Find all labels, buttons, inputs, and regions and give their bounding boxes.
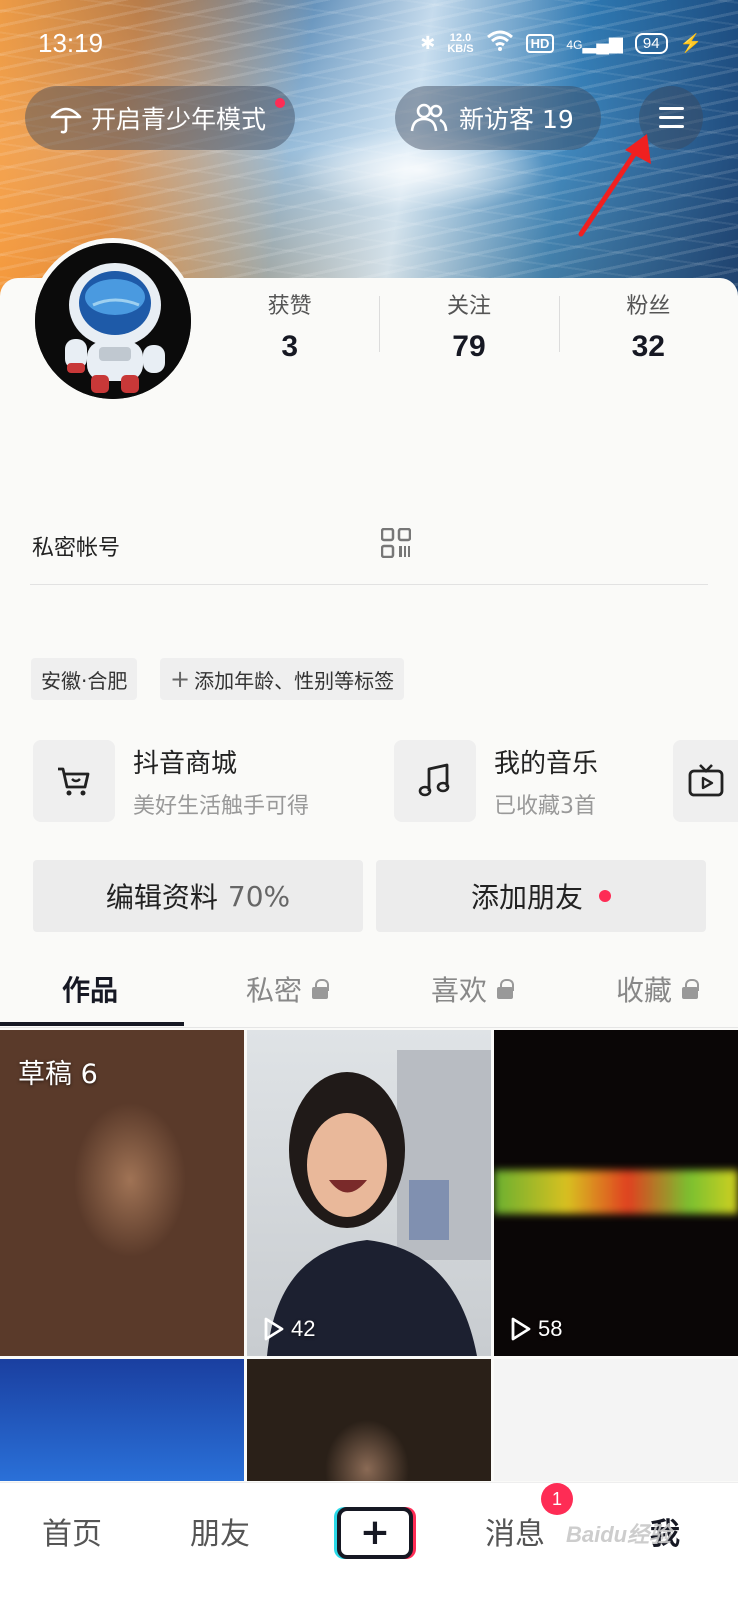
nav-messages[interactable]: 消息	[485, 1509, 545, 1553]
stat-label: 粉丝	[626, 294, 671, 319]
divider	[30, 584, 708, 585]
cart-icon	[33, 740, 115, 822]
qr-code-icon[interactable]	[381, 528, 411, 558]
avatar[interactable]	[30, 238, 196, 404]
charging-icon: ⚡	[679, 33, 702, 53]
tile-douyin-mall[interactable]: 抖音商城 美好生活触手可得	[33, 740, 309, 822]
add-friends-dot	[599, 890, 611, 902]
umbrella-icon	[50, 107, 82, 134]
plus-icon: +	[170, 665, 191, 693]
stat-followers[interactable]: 粉丝 32	[558, 288, 738, 363]
net-speed: 12.0 KB/S	[447, 32, 474, 55]
add-friends-button[interactable]: 添加朋友	[376, 860, 706, 932]
tile-subtitle: 美好生活触手可得	[133, 793, 310, 819]
tab-label: 收藏	[616, 974, 673, 1007]
wifi-icon	[486, 30, 514, 57]
draft-label: 草稿 6	[18, 1059, 98, 1090]
tab-favorites[interactable]: 收藏	[616, 950, 700, 1028]
new-visitors-label: 新访客 19	[459, 105, 574, 134]
lock-icon	[682, 979, 700, 999]
profile-completion: 70%	[227, 879, 291, 913]
content-tabs: 作品 私密 喜欢 收藏	[0, 950, 738, 1028]
stat-label: 关注	[446, 294, 491, 319]
video-frame-person	[267, 1050, 491, 1356]
stat-value: 79	[452, 330, 486, 363]
play-count-value: 58	[538, 1316, 563, 1341]
video-thumbnail[interactable]	[0, 1359, 244, 1481]
tile-title: 我的音乐	[494, 748, 599, 779]
bottom-nav: 首页 朋友 + 消息 1 我 Baidu经验	[0, 1482, 738, 1600]
messages-badge: 1	[541, 1483, 573, 1515]
tile-my-music[interactable]: 我的音乐 已收藏3首	[394, 740, 598, 822]
tile-title: 抖音商城	[133, 748, 238, 779]
stat-likes[interactable]: 获赞 3	[200, 288, 379, 363]
video-thumbnail[interactable]	[247, 1359, 491, 1481]
play-icon	[511, 1317, 531, 1341]
tab-works[interactable]: 作品	[62, 950, 118, 1028]
tab-label: 喜欢	[431, 974, 488, 1007]
add-tags-button[interactable]: + 添加年龄、性别等标签	[160, 658, 405, 700]
tab-label: 作品	[62, 974, 119, 1007]
tv-icon	[673, 740, 738, 822]
lock-icon	[312, 979, 330, 999]
lock-icon	[497, 979, 515, 999]
music-note-icon	[394, 740, 476, 822]
play-icon	[264, 1317, 284, 1341]
signal-label: 4G	[566, 38, 583, 52]
status-icons: ✱ 12.0 KB/S HD 4G▂▄▆ 94 ⚡	[420, 30, 702, 57]
nav-friends[interactable]: 朋友	[190, 1509, 250, 1553]
signal-icon: 4G▂▄▆	[566, 33, 623, 53]
hd-icon: HD	[525, 34, 555, 53]
tile-subtitle: 已收藏3首	[494, 793, 596, 819]
bluetooth-icon: ✱	[420, 33, 436, 53]
play-count: 58	[510, 1316, 562, 1342]
edit-profile-button[interactable]: 编辑资料 70%	[33, 860, 363, 932]
visitors-icon	[410, 103, 448, 132]
tab-label: 私密	[246, 974, 303, 1007]
tab-likes[interactable]: 喜欢	[431, 950, 515, 1028]
stat-following[interactable]: 关注 79	[379, 288, 558, 363]
add-friends-label: 添加朋友	[470, 881, 583, 914]
video-thumbnail-empty	[494, 1359, 738, 1481]
create-post-button[interactable]: +	[337, 1507, 413, 1559]
active-tab-indicator	[0, 1022, 184, 1026]
status-time: 13:19	[38, 28, 104, 58]
tab-private[interactable]: 私密	[246, 950, 330, 1028]
play-count-value: 42	[291, 1316, 316, 1341]
new-visitors-button[interactable]: 新访客 19	[395, 86, 601, 150]
nav-home[interactable]: 首页	[42, 1509, 102, 1553]
location-tag[interactable]: 安徽·合肥	[31, 658, 138, 700]
glitch-streak	[494, 1170, 738, 1214]
red-arrow-annotation	[578, 134, 651, 237]
net-speed-unit: KB/S	[447, 42, 474, 55]
stat-value: 32	[631, 330, 665, 363]
baidu-watermark: Baidu经验	[566, 1522, 672, 1547]
edit-profile-label: 编辑资料	[105, 881, 218, 914]
astronaut-avatar-icon	[35, 243, 191, 399]
video-thumbnail[interactable]: 42	[247, 1030, 491, 1356]
private-account-label: 私密帐号	[32, 536, 121, 561]
plus-icon: +	[359, 1512, 391, 1553]
stat-value: 3	[281, 330, 298, 363]
profile-stats: 获赞 3 关注 79 粉丝 32	[200, 288, 738, 363]
teen-mode-dot	[275, 98, 285, 108]
play-count: 42	[263, 1316, 315, 1342]
video-thumbnail-draft[interactable]: 草稿 6	[0, 1030, 244, 1356]
battery-icon: 94	[634, 33, 668, 54]
tile-partial[interactable]	[673, 740, 738, 822]
status-bar: 13:19 ✱ 12.0 KB/S HD 4G▂▄▆ 94 ⚡	[0, 0, 738, 90]
stat-label: 获赞	[267, 294, 312, 319]
video-thumbnail[interactable]: 58	[494, 1030, 738, 1356]
teen-mode-button[interactable]: 开启青少年模式	[25, 86, 295, 150]
teen-mode-label: 开启青少年模式	[91, 105, 267, 134]
add-tags-label: 添加年龄、性别等标签	[194, 668, 395, 693]
